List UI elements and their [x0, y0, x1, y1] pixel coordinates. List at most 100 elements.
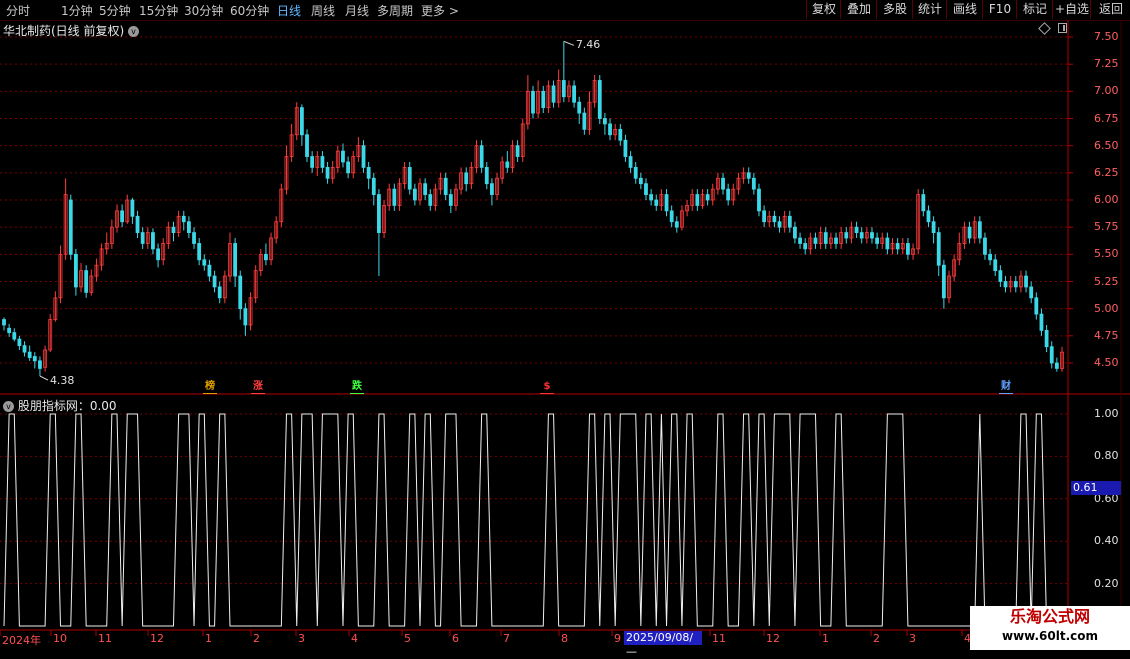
candle-body [125, 199, 130, 223]
date-axis-label: 2 [253, 632, 260, 645]
period-tab[interactable]: 1分钟 [61, 2, 93, 19]
candle-body [330, 166, 335, 179]
diamond-icon[interactable] [1038, 22, 1051, 35]
candle-body [428, 194, 433, 206]
toolbar-button[interactable]: 统计 [912, 0, 947, 19]
candle-body [371, 177, 376, 195]
event-marker[interactable]: 涨 [251, 380, 265, 394]
event-marker[interactable]: 跌 [350, 380, 364, 394]
date-axis-label: 3 [298, 632, 305, 645]
candle-body [782, 215, 787, 228]
candle-body [325, 166, 330, 179]
candle-body [99, 248, 104, 266]
toolbar-button[interactable]: +自选 [1052, 0, 1091, 19]
candle-body [674, 221, 679, 228]
candle-body [1029, 286, 1034, 299]
candle-body [186, 221, 191, 234]
candle-body [38, 360, 42, 369]
stock-title: 华北制药(日线 前复权) [3, 24, 125, 38]
price-axis-label: 6.75 [1094, 111, 1119, 125]
indicator-line [3, 413, 1083, 627]
candle-body [412, 188, 417, 201]
candle-body [1054, 362, 1059, 369]
date-axis-label: 11 [98, 632, 112, 645]
candle-body [48, 319, 53, 351]
candle-body [212, 275, 217, 288]
price-axis-label: 5.75 [1094, 220, 1119, 234]
candle-body [84, 270, 89, 293]
date-axis-label: 12 [150, 632, 164, 645]
period-tab[interactable]: 周线 [311, 2, 335, 19]
period-tab[interactable]: 日线 [277, 2, 301, 19]
toolbar-button[interactable]: 复权 [806, 0, 841, 19]
candle-body [490, 183, 494, 195]
candle-body [541, 90, 546, 109]
candle-body [638, 177, 643, 185]
candle-body [17, 338, 22, 347]
candle-body [561, 80, 566, 98]
candle-body [1008, 281, 1013, 288]
indicator-current-value: 0.61 [1071, 481, 1121, 495]
candle-body [274, 221, 279, 239]
candle-body [289, 134, 294, 157]
chevron-down-icon[interactable]: v [3, 401, 14, 412]
panel-toggle-icon[interactable] [1058, 23, 1067, 33]
candle-body [448, 194, 453, 206]
candle-body [998, 270, 1003, 282]
candle-body [680, 210, 684, 228]
candle-body [803, 243, 808, 250]
candle-body [921, 194, 926, 212]
candle-body [767, 215, 772, 223]
candle-body [808, 237, 813, 250]
candle-body [690, 194, 695, 206]
date-axis-label: 10 [53, 632, 67, 645]
toolbar-button[interactable]: 标记 [1016, 0, 1053, 19]
candle-body [366, 166, 371, 179]
indicator-axis-label: 0.20 [1094, 576, 1119, 590]
candle-body [166, 226, 171, 244]
candle-body [351, 156, 356, 174]
candle-body [438, 177, 443, 190]
candle-body [43, 349, 47, 368]
period-tab[interactable]: 60分钟 [230, 2, 269, 19]
period-tab[interactable]: 月线 [345, 2, 369, 19]
candle-body [222, 275, 227, 299]
toolbar-button[interactable]: 多股 [876, 0, 913, 19]
date-axis-label: 2024年 [2, 634, 41, 647]
candle-body [284, 156, 289, 190]
candle-body [715, 177, 720, 190]
candle-body [68, 199, 73, 255]
candle-body [556, 80, 561, 103]
candle-body [608, 123, 612, 136]
candle-body [346, 161, 351, 174]
chevron-down-icon[interactable]: v [128, 26, 140, 37]
period-tab[interactable]: 分时 [6, 2, 30, 19]
candle-body [115, 210, 119, 228]
candle-body [525, 90, 530, 125]
candle-body [423, 183, 428, 195]
candle-body [140, 232, 145, 244]
candle-body [418, 183, 422, 201]
toolbar-button[interactable]: 画线 [946, 0, 983, 19]
toolbar-button[interactable]: 返回 [1090, 0, 1130, 19]
event-marker[interactable]: $ [540, 380, 554, 394]
candle-body [474, 145, 479, 168]
candle-body [870, 232, 874, 239]
toolbar-button[interactable]: F10 [982, 0, 1017, 19]
period-tab[interactable]: 更多 > [421, 2, 459, 19]
period-tab[interactable]: 5分钟 [99, 2, 131, 19]
candle-body [32, 356, 37, 362]
candle-body [726, 188, 731, 201]
candle-body [454, 188, 458, 206]
toolbar-button[interactable]: 叠加 [840, 0, 877, 19]
period-tab[interactable]: 多周期 [377, 2, 413, 19]
price-axis-label: 5.25 [1094, 274, 1119, 288]
period-tab[interactable]: 30分钟 [184, 2, 223, 19]
candle-body [109, 226, 114, 244]
period-tab[interactable]: 15分钟 [139, 2, 178, 19]
event-marker[interactable]: 榜 [203, 380, 217, 394]
candle-body [839, 232, 844, 244]
event-marker[interactable]: 财 [999, 380, 1013, 394]
price-axis-label: 4.50 [1094, 356, 1119, 369]
candle-body [305, 134, 309, 157]
